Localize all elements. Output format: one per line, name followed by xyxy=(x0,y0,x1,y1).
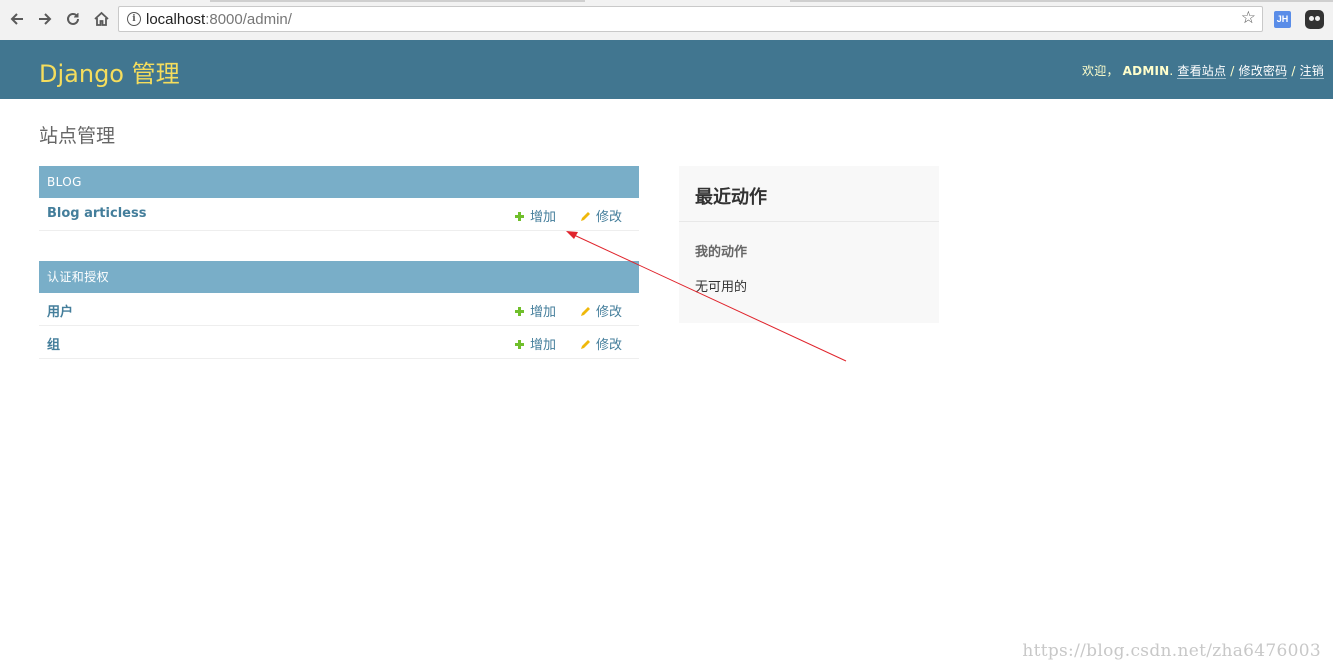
info-icon[interactable]: i xyxy=(127,12,141,26)
view-site-link[interactable]: 查看站点 xyxy=(1177,64,1227,79)
model-link[interactable]: 组 xyxy=(47,334,60,353)
browser-toolbar: i localhost:8000/admin/ ☆ JH xyxy=(0,0,1333,41)
change-label: 修改 xyxy=(596,338,623,353)
jh-extension-icon[interactable]: JH xyxy=(1274,11,1291,28)
welcome-text: 欢迎， xyxy=(1082,64,1119,78)
no-actions-text: 无可用的 xyxy=(695,280,748,295)
change-button[interactable]: 修改 xyxy=(580,301,622,320)
app-module-auth: 认证和授权 用户 增加 修改 组 增加 修改 xyxy=(39,261,639,359)
reload-icon[interactable] xyxy=(62,8,84,30)
home-icon[interactable] xyxy=(90,8,112,30)
recent-actions-title: 最近动作 xyxy=(695,187,767,208)
change-label: 修改 xyxy=(596,210,623,225)
pencil-icon xyxy=(581,212,590,221)
plus-icon xyxy=(515,307,524,316)
my-actions-heading: 我的动作 xyxy=(695,245,748,260)
separator: . xyxy=(1169,64,1174,78)
address-bar[interactable]: i localhost:8000/admin/ ☆ xyxy=(118,6,1263,32)
add-label: 增加 xyxy=(530,210,557,225)
user-tools: 欢迎， ADMIN. 查看站点 / 修改密码 / 注销 xyxy=(1082,62,1324,79)
back-icon[interactable] xyxy=(6,8,28,30)
logout-link[interactable]: 注销 xyxy=(1299,64,1324,79)
model-link[interactable]: Blog articless xyxy=(47,206,146,221)
site-branding[interactable]: Django 管理 xyxy=(39,54,180,89)
ghost-extension-icon[interactable] xyxy=(1305,10,1324,29)
forward-icon[interactable] xyxy=(34,8,56,30)
admin-header: Django 管理 欢迎， ADMIN. 查看站点 / 修改密码 / 注销 xyxy=(0,40,1333,99)
add-label: 增加 xyxy=(530,338,557,353)
change-button[interactable]: 修改 xyxy=(580,334,622,353)
add-button[interactable]: 增加 xyxy=(515,334,556,353)
plus-icon xyxy=(515,340,524,349)
separator: / xyxy=(1287,64,1300,78)
model-row: Blog articless 增加 修改 xyxy=(39,198,639,231)
add-label: 增加 xyxy=(530,305,557,320)
app-module-blog: BLOG Blog articless 增加 修改 xyxy=(39,166,639,231)
star-icon[interactable]: ☆ xyxy=(1241,8,1256,28)
add-button[interactable]: 增加 xyxy=(515,301,556,320)
url-text[interactable]: localhost:8000/admin/ xyxy=(146,11,292,28)
separator: / xyxy=(1226,64,1239,78)
model-row: 组 增加 修改 xyxy=(39,326,639,359)
page-title: 站点管理 xyxy=(39,125,116,147)
change-password-link[interactable]: 修改密码 xyxy=(1238,64,1288,79)
model-link[interactable]: 用户 xyxy=(47,301,73,320)
plus-icon xyxy=(515,212,524,221)
add-button[interactable]: 增加 xyxy=(515,206,556,225)
module-caption[interactable]: BLOG xyxy=(39,166,639,198)
change-button[interactable]: 修改 xyxy=(580,206,622,225)
model-row: 用户 增加 修改 xyxy=(39,293,639,326)
divider xyxy=(679,221,939,222)
change-label: 修改 xyxy=(596,305,623,320)
watermark-text: https://blog.csdn.net/zha6476003 xyxy=(1022,641,1321,661)
pencil-icon xyxy=(581,340,590,349)
recent-actions-panel: 最近动作 我的动作 无可用的 xyxy=(679,166,939,323)
tab-strip-edge xyxy=(790,0,1333,2)
pencil-icon xyxy=(581,307,590,316)
module-caption[interactable]: 认证和授权 xyxy=(39,261,639,293)
tab-strip-edge xyxy=(210,0,585,2)
username: ADMIN xyxy=(1122,64,1170,78)
